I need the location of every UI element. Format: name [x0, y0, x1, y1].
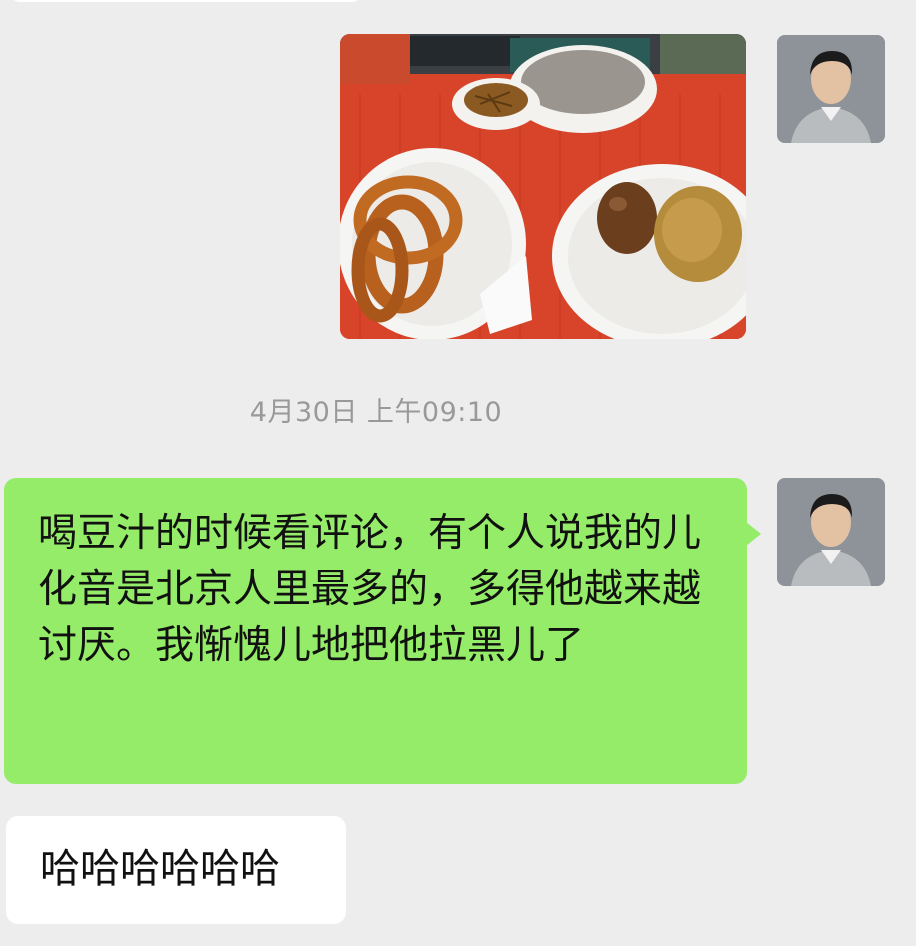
food-tray-photo	[340, 34, 746, 339]
message-text: 哈哈哈哈哈哈	[40, 846, 280, 892]
chat-window: 4月30日 上午09:10 喝豆汁的时候看评论，有个人说我的儿化音是北京人里最多…	[0, 0, 916, 946]
photo-message[interactable]	[340, 34, 746, 339]
incoming-message-bubble[interactable]: 哈哈哈哈哈哈	[6, 816, 346, 924]
previous-message-bubble[interactable]	[10, 0, 362, 2]
avatar[interactable]	[777, 35, 885, 143]
message-text: 喝豆汁的时候看评论，有个人说我的儿化音是北京人里最多的，多得他越来越讨厌。我惭愧…	[38, 511, 702, 668]
outgoing-message-bubble[interactable]: 喝豆汁的时候看评论，有个人说我的儿化音是北京人里最多的，多得他越来越讨厌。我惭愧…	[4, 478, 761, 784]
timestamp: 4月30日 上午09:10	[249, 397, 503, 428]
person-avatar-icon	[777, 35, 885, 143]
avatar[interactable]	[777, 478, 885, 586]
person-avatar-icon	[777, 478, 885, 586]
